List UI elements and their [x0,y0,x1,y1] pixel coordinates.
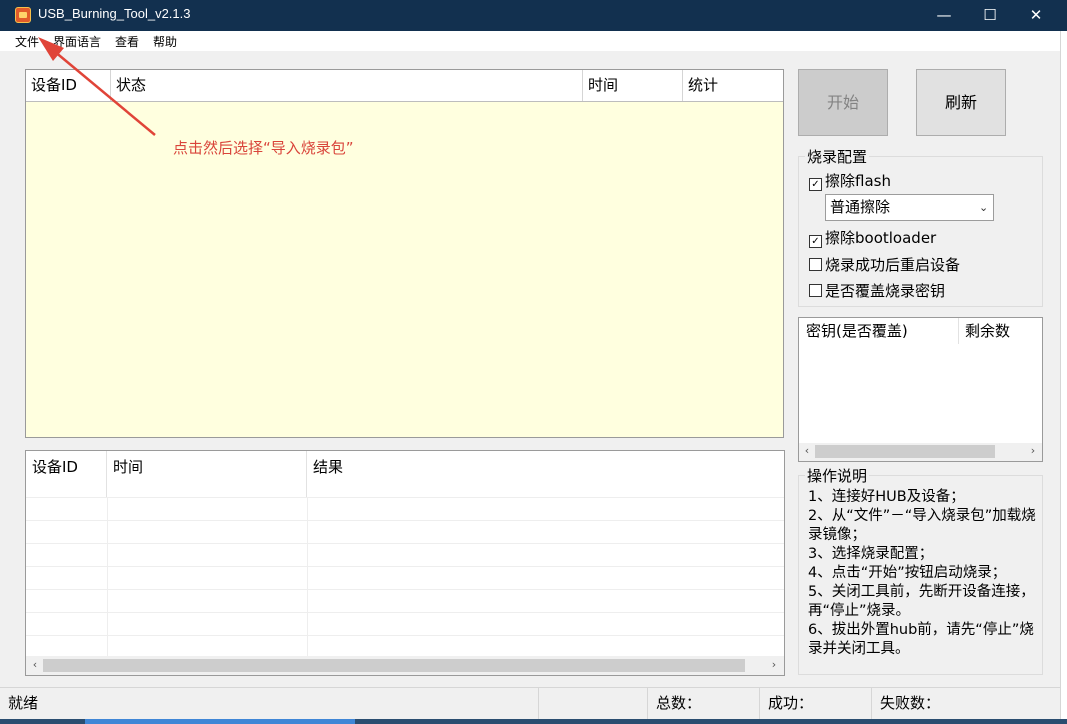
annotation-arrow [38,37,156,136]
instructions-label: 操作说明 [805,465,870,486]
chevron-down-icon[interactable]: ⌄ [979,201,988,214]
minimize-button[interactable]: — [921,0,967,31]
reboot-after-label: 烧录成功后重启设备 [825,256,961,274]
instructions-text: 1、连接好HUB及设备； 2、从“文件”－“导入烧录包”加载烧录镜像； 3、选择… [808,488,1040,659]
instruction-line: 5、关闭工具前，先断开设备连接，再“停止”烧录。 [808,584,1035,619]
column-result[interactable]: 结果 [307,451,784,497]
instruction-line: 4、点击“开始”按钮启动烧录； [808,565,1007,581]
key-list-hscrollbar[interactable]: ‹ › [799,443,1042,461]
scroll-right-icon[interactable]: › [767,658,781,671]
status-empty [539,688,648,719]
instruction-line: 2、从“文件”－“导入烧录包”加载烧录镜像； [808,508,1036,543]
row-divider [26,589,784,590]
taskbar-item [85,719,355,724]
scroll-left-icon[interactable]: ‹ [28,658,42,671]
checkbox-checked-icon: ✓ [809,178,822,191]
row-divider [26,543,784,544]
refresh-button[interactable]: 刷新 [916,69,1006,136]
instruction-line: 6、拔出外置hub前，请先“停止”烧录并关闭工具。 [808,622,1034,657]
checkbox-checked-icon: ✓ [809,235,822,248]
overwrite-key-label: 是否覆盖烧录密钥 [825,282,946,300]
column-time[interactable]: 时间 [107,451,307,497]
instruction-line: 1、连接好HUB及设备； [808,489,965,505]
column-divider [107,497,108,657]
start-button[interactable]: 开始 [798,69,888,136]
status-success: 成功： [760,688,872,719]
scroll-left-icon[interactable]: ‹ [801,444,813,457]
checkbox-unchecked-icon [809,284,822,297]
status-bar: 就绪 总数： 成功： 失败数： [0,687,1060,719]
overwrite-key-checkbox[interactable]: 是否覆盖烧录密钥 [809,280,945,301]
row-divider [26,520,784,521]
column-divider [307,497,308,657]
row-divider [26,497,784,498]
erase-bootloader-checkbox[interactable]: ✓ 擦除bootloader [809,227,936,248]
column-key[interactable]: 密钥(是否覆盖) [799,318,959,344]
erase-flash-label: 擦除flash [825,172,891,190]
column-stats[interactable]: 统计 [683,70,783,101]
row-divider [26,635,784,636]
maximize-button[interactable]: ☐ [967,0,1013,31]
column-remaining[interactable]: 剩余数 [959,318,1042,344]
scroll-thumb[interactable] [43,659,745,672]
erase-flash-checkbox[interactable]: ✓ 擦除flash [809,170,891,191]
result-list[interactable]: 设备ID 时间 结果 ‹ › [25,450,785,676]
column-time[interactable]: 时间 [583,70,683,101]
burn-config-label: 烧录配置 [805,146,870,167]
column-device-id[interactable]: 设备ID [26,451,107,497]
key-list[interactable]: 密钥(是否覆盖) 剩余数 ‹ › [798,317,1043,462]
status-total: 总数： [648,688,760,719]
status-fail: 失败数： [880,694,941,712]
scroll-thumb[interactable] [815,445,995,458]
close-button[interactable]: ✕ [1013,0,1059,31]
erase-bootloader-label: 擦除bootloader [825,229,937,247]
scroll-right-icon[interactable]: › [1027,444,1039,457]
instruction-line: 3、选择烧录配置； [808,546,934,562]
result-list-hscrollbar[interactable]: ‹ › [26,656,784,675]
erase-mode-select[interactable]: 普通擦除 [825,194,994,221]
annotation-text: 点击然后选择“导入烧录包” [173,139,354,157]
checkbox-unchecked-icon [809,258,822,271]
reboot-after-checkbox[interactable]: 烧录成功后重启设备 [809,254,960,275]
window-edge [1060,31,1067,724]
row-divider [26,566,784,567]
status-ready: 就绪 [0,688,539,719]
row-divider [26,612,784,613]
